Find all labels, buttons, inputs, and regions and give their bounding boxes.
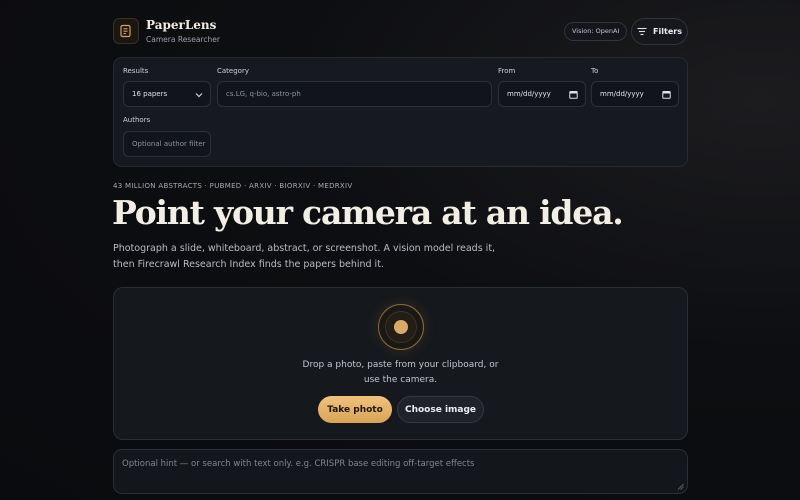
camera-shutter-dot — [394, 320, 408, 334]
take-photo-button[interactable]: Take photo — [318, 396, 392, 423]
dropzone-instructions: Drop a photo, paste from your clipboard,… — [114, 358, 687, 388]
dropzone-text-line: Drop a photo, paste from your clipboard,… — [302, 360, 499, 370]
results-select[interactable]: 16 papers — [123, 81, 211, 107]
from-date-input[interactable]: mm/dd/yyyy — [498, 81, 586, 107]
logo — [113, 18, 139, 44]
filters-label: Filters — [653, 27, 682, 36]
filter-lines-icon — [637, 27, 647, 36]
sources-line: 43 MILLION ABSTRACTS · PUBMED · ARXIV · … — [113, 182, 353, 190]
hint-placeholder: Optional hint — or search with text only… — [122, 459, 475, 469]
image-dropzone[interactable]: Drop a photo, paste from your clipboard,… — [113, 287, 688, 440]
camera-lens — [385, 311, 417, 343]
calendar-icon[interactable] — [569, 90, 578, 99]
results-label: Results — [123, 67, 149, 75]
category-placeholder: cs.LG, q-bio, astro-ph — [226, 90, 301, 98]
category-input[interactable]: cs.LG, q-bio, astro-ph — [217, 81, 492, 107]
camera-icon[interactable] — [378, 304, 424, 350]
authors-placeholder: Optional author filter — [132, 140, 206, 148]
category-label: Category — [217, 67, 249, 75]
hint-textarea[interactable]: Optional hint — or search with text only… — [113, 449, 688, 494]
page: PaperLens Camera Researcher Vision: Open… — [0, 0, 800, 500]
to-date-placeholder: mm/dd/yyyy — [600, 90, 644, 98]
filter-panel: Results 16 papers Category cs.LG, q-bio,… — [113, 57, 688, 167]
from-date-placeholder: mm/dd/yyyy — [507, 90, 551, 98]
hero-description-line: then Firecrawl Research Index finds the … — [113, 259, 384, 270]
app-header: PaperLens Camera Researcher Vision: Open… — [113, 18, 688, 46]
chevron-down-icon — [195, 93, 203, 98]
to-label: To — [591, 67, 599, 75]
hero-description-line: Photograph a slide, whiteboard, abstract… — [113, 243, 496, 254]
choose-image-button[interactable]: Choose image — [397, 396, 484, 423]
page-title: Point your camera at an idea. — [112, 193, 624, 232]
app-subtitle: Camera Researcher — [146, 35, 220, 44]
dropzone-text-line: use the camera. — [363, 375, 438, 385]
app-name: PaperLens — [146, 18, 217, 32]
document-icon — [120, 24, 131, 38]
from-label: From — [498, 67, 516, 75]
filters-button[interactable]: Filters — [631, 18, 688, 45]
authors-input[interactable]: Optional author filter — [123, 131, 211, 157]
vision-provider-badge[interactable]: Vision: OpenAI — [564, 22, 628, 41]
to-date-input[interactable]: mm/dd/yyyy — [591, 81, 679, 107]
hero-description: Photograph a slide, whiteboard, abstract… — [113, 241, 513, 273]
calendar-icon[interactable] — [662, 90, 671, 99]
resize-grip-icon[interactable] — [677, 483, 684, 490]
results-value: 16 papers — [132, 90, 168, 98]
authors-label: Authors — [123, 116, 151, 124]
